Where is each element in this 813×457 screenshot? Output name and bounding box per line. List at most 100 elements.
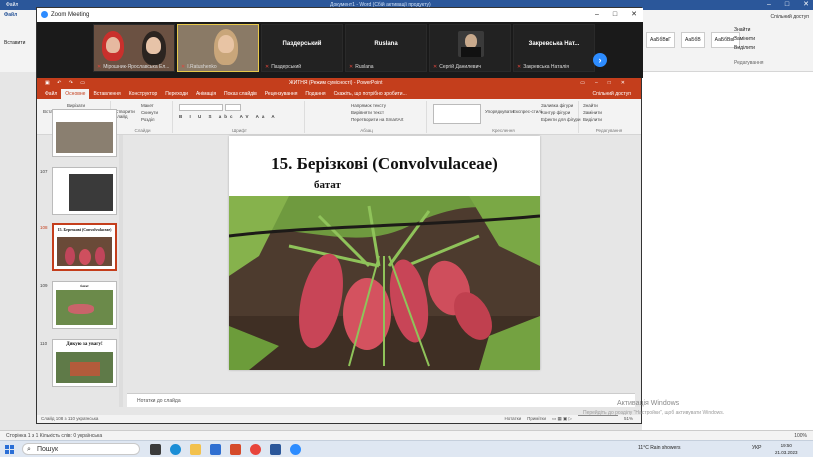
current-slide[interactable]: 15. Берізкові (Convolvulaceae) батат — [229, 136, 540, 370]
thumbnail-scrollbar[interactable] — [119, 135, 123, 407]
word-edit-group: Знайти Замінити Виділити — [734, 26, 755, 53]
thumbnail-image — [56, 290, 113, 325]
windows-activation-watermark: Активація Windows — [617, 400, 680, 407]
style-item[interactable]: АаБбВвГ — [646, 32, 676, 48]
replace-button[interactable]: Замінити — [583, 110, 602, 115]
zoom-icon[interactable] — [290, 444, 301, 455]
participant-tile[interactable]: ✕ Мірошник-Ярославська Ел... — [93, 24, 175, 72]
close-icon[interactable]: ✕ — [631, 8, 637, 22]
thumbnail-image — [56, 122, 113, 153]
system-clock[interactable]: 19:50 21.03.2023 — [775, 442, 798, 456]
align-text-button[interactable]: Вирівняти текст — [351, 110, 384, 115]
word-page[interactable] — [642, 72, 813, 430]
ppt-zoom-level[interactable]: 51% — [624, 415, 633, 423]
font-size-select[interactable] — [225, 104, 241, 111]
shape-fill-button[interactable]: Заливка фігури — [541, 103, 573, 108]
chrome-icon[interactable] — [250, 444, 261, 455]
ribbon-group-label: Абзац — [360, 128, 373, 133]
text-direction-button[interactable]: Напрямок тексту — [351, 103, 386, 108]
powerpoint-icon[interactable] — [230, 444, 241, 455]
minimize-icon[interactable]: – — [767, 0, 771, 10]
tab-home[interactable]: Основне — [61, 89, 90, 99]
participant-tile[interactable]: Паздерський ✕ Паздерський — [261, 24, 343, 72]
tab-slideshow[interactable]: Показ слайдів — [220, 89, 261, 99]
font-name-select[interactable] — [179, 104, 223, 111]
muted-mic-icon: ✕ — [97, 64, 102, 70]
notes-pane[interactable]: Нотатки до слайда — [127, 393, 635, 407]
ppt-titlebar: ▣ ↶ ↷ ▭ ЖИТНЯ (Режим сумісності) - Power… — [37, 78, 641, 89]
participant-suit — [461, 47, 481, 57]
word-paste-button[interactable]: Вставити — [4, 40, 25, 46]
slide-number: 109 — [40, 283, 48, 288]
reset-button[interactable]: Скинути — [141, 110, 158, 115]
view-buttons[interactable]: ▭ ▦ ▣ ▷ — [552, 415, 572, 423]
cut-button[interactable]: Вирізати — [67, 103, 85, 108]
slide-title: 15. Берізкові (Convolvulaceae) — [271, 154, 498, 173]
minimize-icon[interactable]: – — [595, 8, 599, 22]
tab-view[interactable]: Подання — [301, 89, 329, 99]
shapes-gallery[interactable] — [433, 104, 481, 124]
store-icon[interactable] — [210, 444, 221, 455]
windows-start-icon[interactable] — [5, 445, 14, 454]
section-button[interactable]: Розділ — [141, 117, 154, 122]
slide-thumbnail[interactable] — [52, 109, 117, 157]
slide-thumbnail[interactable]: Дякую за увагу! — [52, 339, 117, 387]
shape-outline-button[interactable]: Контур фігури — [541, 110, 570, 115]
comments-toggle[interactable]: Примітки — [527, 415, 546, 423]
ribbon-group-font: B I U S abc AV Aa A Шрифт — [175, 101, 305, 133]
word-find-button[interactable]: Знайти — [734, 26, 755, 35]
task-view-icon[interactable] — [150, 444, 161, 455]
participant-tile[interactable]: ✕ Сергій Данилевич — [429, 24, 511, 72]
layout-button[interactable]: Макет — [141, 103, 154, 108]
participant-name: Ruslana — [374, 41, 398, 47]
font-format-buttons[interactable]: B I U S abc AV Aa A — [179, 114, 278, 119]
slide-scrollbar[interactable] — [635, 135, 641, 393]
tab-file[interactable]: Файл — [41, 89, 61, 99]
shape-effects-button[interactable]: Ефекти для фігури — [541, 117, 581, 122]
word-file-tab[interactable]: Файл — [6, 2, 18, 8]
maximize-icon[interactable]: □ — [613, 8, 617, 22]
weather-widget[interactable]: 11°C Rain showers — [638, 445, 680, 451]
find-button[interactable]: Знайти — [583, 103, 598, 108]
quick-access-toolbar[interactable]: ▣ ↶ ↷ ▭ — [45, 78, 88, 89]
quick-styles-button[interactable]: Експрес-стилі — [513, 109, 542, 114]
participant-tile-active[interactable]: ✕ I.Ratushenko — [177, 24, 259, 72]
file-explorer-icon[interactable] — [190, 444, 201, 455]
language-indicator[interactable]: УКР — [752, 445, 761, 451]
muted-mic-icon: ✕ — [181, 64, 186, 70]
edge-icon[interactable] — [170, 444, 181, 455]
slide-thumbnail-selected[interactable]: 15. Березкові (Convolvulaceae) — [52, 223, 117, 271]
muted-mic-icon: ✕ — [517, 64, 522, 70]
arrange-button[interactable]: Упорядкувати — [485, 109, 514, 114]
ppt-share-button[interactable]: Спільний доступ — [589, 89, 635, 99]
new-slide-button[interactable]: Створити слайд — [115, 109, 137, 119]
ribbon-group-slides: Створити слайд Макет Скинути Розділ Слай… — [113, 101, 173, 133]
slide-thumbnail[interactable] — [52, 167, 117, 215]
gallery-next-page-button[interactable]: › — [593, 53, 607, 67]
tab-design[interactable]: Конструктор — [125, 89, 162, 99]
word-icon[interactable] — [270, 444, 281, 455]
slide-thumbnail[interactable]: батат — [52, 281, 117, 329]
shared-screen-powerpoint: ▣ ↶ ↷ ▭ ЖИТНЯ (Режим сумісності) - Power… — [37, 78, 641, 423]
participant-tile[interactable]: Закревська Нат... ✕ Закревська Наталія — [513, 24, 595, 72]
tell-me-search[interactable]: Скажіть, що потрібно зробити... — [330, 89, 411, 99]
word-select-button[interactable]: Виділити — [734, 44, 755, 53]
select-button[interactable]: Виділити — [583, 117, 602, 122]
tab-review[interactable]: Рецензування — [261, 89, 302, 99]
word-replace-button[interactable]: Замінити — [734, 35, 755, 44]
participant-label: ✕ I.Ratushenko — [181, 64, 217, 70]
word-tab-file[interactable]: Файл — [4, 12, 17, 18]
zoom-title-text: Zoom Meeting — [51, 12, 90, 18]
notes-toggle[interactable]: Нотатки — [505, 415, 522, 423]
tab-animations[interactable]: Анімація — [192, 89, 220, 99]
style-item[interactable]: АаБбВ — [681, 32, 705, 48]
tab-insert[interactable]: Вставлення — [89, 89, 124, 99]
taskbar-search[interactable]: ⌕ Пошук — [22, 443, 140, 455]
ppt-window-controls[interactable]: ▭–□✕ — [580, 78, 635, 89]
maximize-icon[interactable]: □ — [785, 0, 789, 10]
convert-smartart-button[interactable]: Перетворити на SmartArt — [351, 117, 403, 122]
word-share-button[interactable]: Спільний доступ — [771, 14, 809, 20]
close-icon[interactable]: ✕ — [803, 0, 809, 10]
tab-transitions[interactable]: Переходи — [161, 89, 192, 99]
participant-tile[interactable]: Ruslana ✕ Ruslana — [345, 24, 427, 72]
